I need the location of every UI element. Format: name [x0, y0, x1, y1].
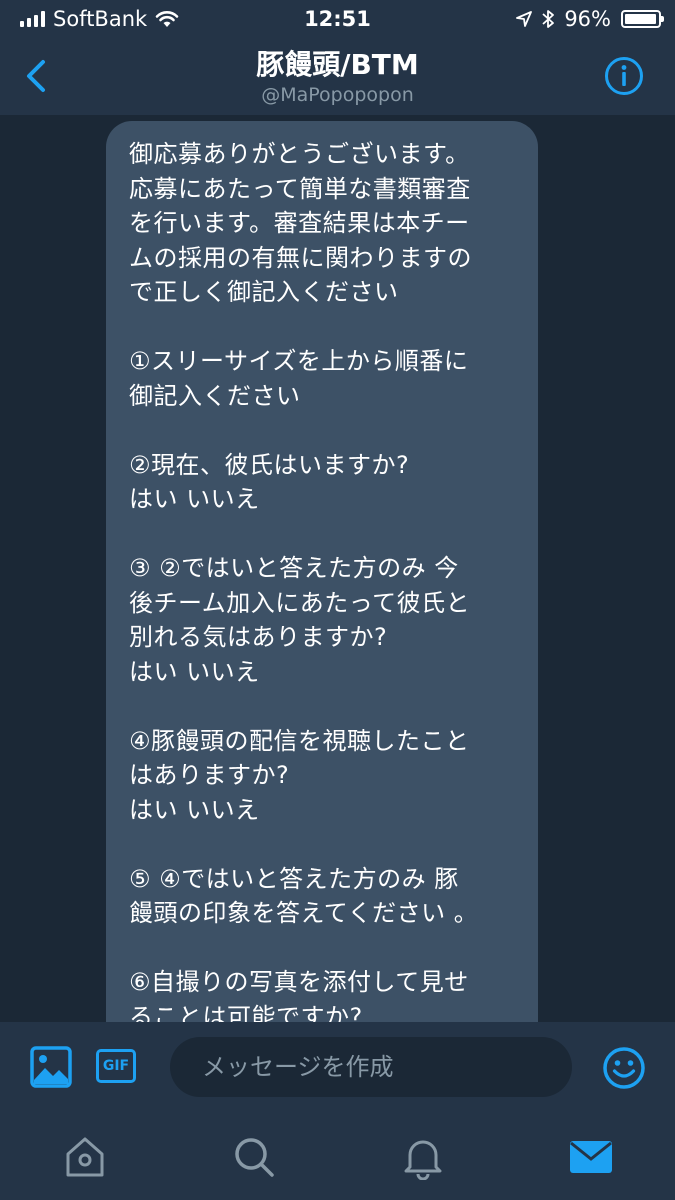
tab-messages[interactable] [568, 1134, 614, 1180]
conversation-header: SoftBank 12:51 96% 豚饅頭/BTM @MaPopopopon [0, 0, 675, 115]
image-button[interactable] [30, 1046, 72, 1088]
location-arrow-icon [516, 11, 533, 27]
info-icon [605, 57, 643, 95]
smiley-icon [603, 1047, 645, 1089]
home-icon [66, 1137, 104, 1177]
tab-search[interactable] [231, 1134, 277, 1180]
bluetooth-icon [542, 10, 555, 28]
battery-level-fill [625, 14, 656, 24]
search-icon [235, 1138, 274, 1177]
status-bar: SoftBank 12:51 96% [0, 0, 675, 38]
message-input[interactable]: メッセージを作成 [170, 1037, 572, 1097]
message-thread[interactable]: 御応募ありがとうございます。 応募にあたって簡単な書類審査 を行います。審査結果… [0, 115, 675, 1022]
tab-notifications[interactable] [400, 1134, 446, 1180]
bottom-tab-bar [0, 1114, 675, 1200]
conversation-title: 豚饅頭/BTM [256, 48, 419, 81]
battery-icon [621, 10, 664, 28]
message-bubble-received[interactable]: 御応募ありがとうございます。 応募にあたって簡単な書類審査 を行います。審査結果… [106, 121, 538, 1022]
conversation-title-block[interactable]: 豚饅頭/BTM @MaPopopopon [0, 48, 675, 108]
gif-button[interactable]: GIF [96, 1049, 136, 1083]
conversation-handle: @MaPopopopon [261, 84, 414, 106]
mail-icon [570, 1141, 612, 1173]
bell-icon [404, 1140, 442, 1180]
tab-home[interactable] [62, 1134, 108, 1180]
image-icon [30, 1046, 72, 1088]
message-composer: GIF メッセージを作成 [0, 1022, 675, 1114]
battery-percentage: 96% [564, 7, 611, 31]
message-text: 御応募ありがとうございます。 応募にあたって簡単な書類審査 を行います。審査結果… [129, 140, 479, 1022]
info-button[interactable] [604, 56, 644, 96]
emoji-button[interactable] [602, 1046, 646, 1090]
